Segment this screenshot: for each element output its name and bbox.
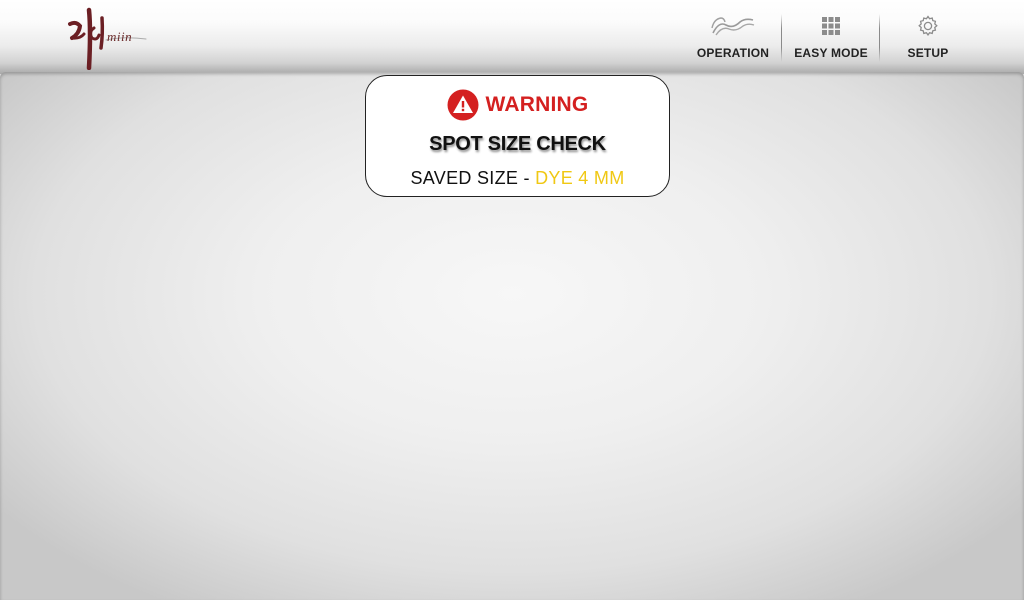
nav-divider bbox=[781, 14, 782, 62]
header-bar: miin OPERATION EASY MODE SETUP bbox=[0, 0, 1024, 74]
easy-mode-button[interactable]: EASY MODE bbox=[794, 12, 868, 64]
dialog-heading: SPOT SIZE CHECK bbox=[429, 133, 606, 155]
grid-icon bbox=[821, 12, 841, 40]
warning-title: WARNING bbox=[485, 93, 589, 116]
operation-label: OPERATION bbox=[696, 46, 770, 60]
nav-divider bbox=[879, 14, 880, 62]
brand-logo-subtext: miin bbox=[107, 29, 133, 44]
wave-icon bbox=[709, 12, 757, 40]
saved-size-separator: - bbox=[518, 168, 536, 188]
setup-button[interactable]: SETUP bbox=[900, 12, 956, 64]
warning-dialog: WARNING SPOT SIZE CHECK SAVED SIZE - DYE… bbox=[365, 75, 670, 197]
gear-icon bbox=[916, 12, 940, 40]
warning-header: WARNING bbox=[366, 89, 669, 121]
setup-label: SETUP bbox=[907, 46, 949, 60]
saved-size-line: SAVED SIZE - DYE 4 MM bbox=[366, 168, 669, 189]
easy-mode-label: EASY MODE bbox=[794, 46, 868, 60]
operation-button[interactable]: OPERATION bbox=[697, 12, 769, 64]
warning-icon bbox=[447, 89, 479, 121]
saved-size-value: DYE 4 MM bbox=[535, 168, 625, 188]
saved-size-label: SAVED SIZE bbox=[410, 168, 519, 188]
app-window: miin OPERATION EASY MODE SETUP WARNING S… bbox=[0, 0, 1024, 600]
